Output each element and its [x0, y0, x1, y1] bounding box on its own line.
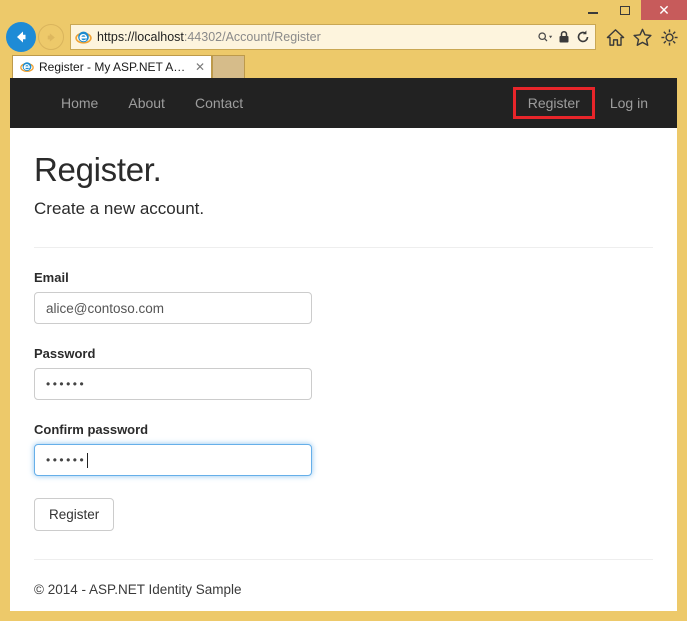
close-window-button[interactable]: ✕	[641, 0, 687, 20]
register-submit-button[interactable]: Register	[34, 498, 115, 532]
back-button[interactable]	[6, 22, 36, 52]
confirm-password-label: Confirm password	[34, 422, 149, 438]
url-port: :44302	[183, 30, 223, 44]
close-icon: ✕	[658, 2, 670, 18]
email-label: Email	[34, 270, 69, 286]
email-input[interactable]: alice@contoso.com	[34, 292, 312, 325]
password-label: Password	[34, 346, 96, 362]
confirm-password-input-value: ••••••	[46, 453, 87, 468]
back-arrow-icon	[17, 31, 26, 43]
url-text: https://localhost:44302/Account/Register	[97, 29, 533, 45]
maximize-icon	[620, 5, 630, 15]
address-bar-icons	[533, 29, 591, 45]
nav-link-home[interactable]: Home	[46, 78, 113, 128]
maximize-button[interactable]	[609, 0, 641, 20]
forward-arrow-icon	[47, 32, 55, 42]
password-input-value: ••••••	[46, 377, 87, 392]
forward-button[interactable]	[38, 24, 64, 50]
email-input-value: alice@contoso.com	[46, 300, 165, 316]
settings-gear-icon[interactable]	[660, 28, 679, 47]
title-bar: ✕	[0, 0, 687, 20]
site-navbar: Home About Contact Register Log in	[10, 78, 677, 128]
register-link-highlight-box: Register	[512, 87, 595, 119]
favorites-star-icon[interactable]	[633, 28, 652, 47]
url-host: localhost	[134, 30, 184, 44]
internet-explorer-icon	[75, 31, 92, 44]
browser-window: ✕ https://localhost:44302/Account/Regist…	[0, 0, 687, 621]
new-tab-button[interactable]	[212, 55, 245, 78]
text-caret	[87, 452, 89, 468]
field-password: Password ••••••	[34, 346, 653, 401]
page-content: Register. Create a new account. Email al…	[10, 151, 677, 598]
nav-link-contact[interactable]: Contact	[180, 78, 258, 128]
minimize-icon	[588, 12, 598, 14]
page-subtitle: Create a new account.	[34, 199, 205, 219]
search-icon[interactable]	[537, 29, 553, 45]
nav-link-about[interactable]: About	[113, 78, 180, 128]
browser-toolbar-icons	[596, 28, 687, 47]
confirm-password-input[interactable]: ••••••	[34, 444, 312, 477]
tab-title: Register - My ASP.NET App...	[39, 60, 188, 74]
tab-favicon-internet-explorer-icon	[20, 62, 34, 73]
minimize-button[interactable]	[577, 0, 609, 20]
footer-copyright: © 2014 - ASP.NET Identity Sample	[34, 582, 242, 598]
navbar-left-links: Home About Contact	[10, 78, 258, 128]
page-title: Register.	[34, 151, 162, 188]
address-bar[interactable]: https://localhost:44302/Account/Register	[70, 24, 596, 50]
address-bar-row: https://localhost:44302/Account/Register	[0, 20, 687, 54]
page-viewport: Home About Contact Register Log in Regis…	[10, 78, 677, 611]
url-path-highlighted: /Account/Register	[222, 30, 321, 45]
navbar-right-links: Register Log in	[512, 78, 663, 128]
field-confirm-password: Confirm password ••••••	[34, 422, 653, 477]
browser-tab-active[interactable]: Register - My ASP.NET App... ✕	[12, 55, 212, 78]
refresh-icon[interactable]	[575, 29, 591, 45]
nav-link-register[interactable]: Register	[516, 90, 592, 116]
url-scheme: https://	[97, 30, 135, 44]
content-divider	[34, 247, 653, 249]
lock-icon[interactable]	[556, 29, 572, 45]
password-input[interactable]: ••••••	[34, 368, 312, 401]
home-icon[interactable]	[606, 28, 625, 47]
footer-divider	[34, 559, 653, 561]
tab-close-icon[interactable]: ✕	[193, 61, 205, 73]
field-email: Email alice@contoso.com	[34, 270, 653, 325]
register-form: Email alice@contoso.com Password •••••• …	[34, 270, 653, 532]
nav-link-login[interactable]: Log in	[595, 78, 663, 128]
tab-strip: Register - My ASP.NET App... ✕	[0, 54, 687, 78]
